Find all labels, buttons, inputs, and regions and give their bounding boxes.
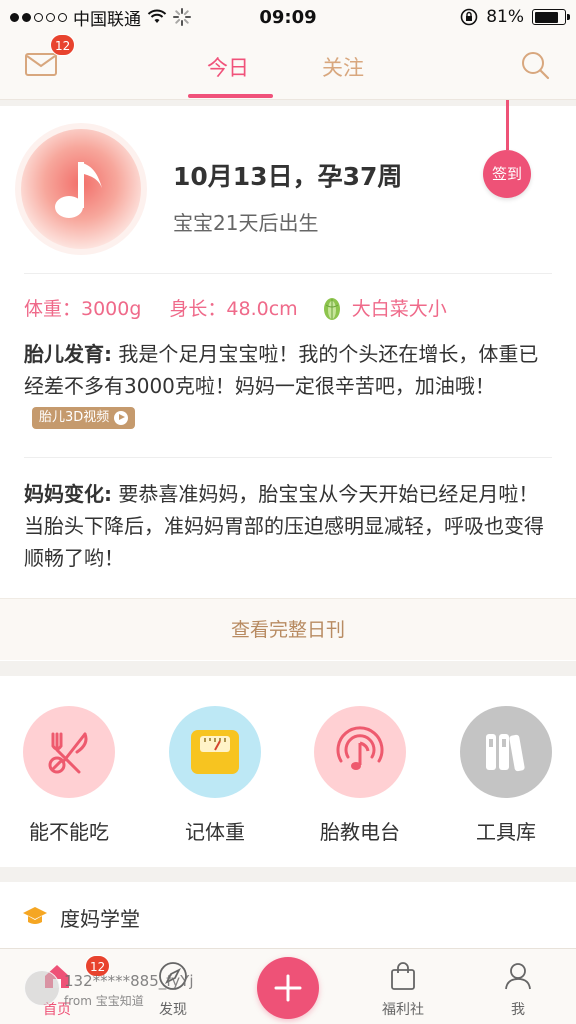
top-nav: 12 今日 关注 [0, 34, 576, 100]
status-right: 81% [460, 7, 570, 27]
mom-change-label: 妈妈变化: [24, 482, 112, 506]
tool-label: 记体重 [185, 820, 245, 844]
plus-icon [274, 974, 302, 1002]
size-comparison: 大白菜大小 [351, 298, 447, 320]
divider [24, 273, 552, 274]
scale-icon [191, 730, 239, 774]
tab-follow[interactable]: 关注 [322, 52, 364, 82]
mom-school-section[interactable]: 度妈学堂 [0, 882, 576, 952]
cabbage-icon [323, 297, 340, 320]
tab-label: 福利社 [382, 1002, 424, 1018]
tool-label: 能不能吃 [29, 820, 109, 844]
status-bar: 中国联通 09:09 81% [0, 0, 576, 34]
tool-icon-circle [460, 706, 552, 798]
food-check-icon [48, 732, 88, 774]
app-screen: 中国联通 09:09 81% 12 今日 关注 签到 10月13日，孕37周 宝… [0, 0, 576, 1024]
tool-label: 胎教电台 [320, 820, 400, 844]
shopping-bag-icon [391, 962, 415, 990]
baby-length: 身长：48.0cm [169, 298, 298, 320]
music-radio-icon [336, 726, 384, 770]
user-icon [505, 963, 531, 990]
tab-welfare[interactable]: 福利社 [363, 949, 443, 1024]
message-count-badge: 12 [50, 34, 76, 56]
search-icon [522, 52, 550, 80]
tool-library[interactable]: 工具库 [446, 706, 566, 845]
tab-today[interactable]: 今日 [207, 52, 249, 82]
home-badge: 12 [85, 955, 111, 977]
fetal-development-paragraph: 胎儿发育: 我是个足月宝宝啦！我的个头还在增长，体重已经差不多有3000克啦！妈… [24, 338, 554, 434]
tab-home[interactable]: 12 首页 [17, 949, 111, 1024]
loading-spinner-icon [173, 8, 191, 26]
tool-icon-circle [314, 706, 406, 798]
pregnancy-date-title: 10月13日，孕37周 [173, 162, 403, 191]
library-icon [486, 734, 525, 772]
signal-strength-icon [10, 12, 67, 22]
view-full-report-button[interactable]: 查看完整日刊 [0, 598, 576, 660]
rotation-lock-icon [460, 8, 478, 26]
tool-prenatal-radio[interactable]: 胎教电台 [300, 706, 420, 845]
battery-level [534, 11, 558, 23]
section-title: 度妈学堂 [60, 907, 140, 931]
search-button[interactable] [520, 50, 550, 80]
tool-icon-circle [169, 706, 261, 798]
status-left: 中国联通 [10, 5, 191, 30]
play-icon [114, 410, 129, 425]
compass-icon [159, 962, 187, 990]
mail-icon [25, 53, 57, 76]
wifi-icon [147, 9, 167, 23]
home-icon [45, 965, 69, 988]
tool-can-eat[interactable]: 能不能吃 [9, 706, 129, 845]
tool-icon-circle [23, 706, 115, 798]
active-tab-indicator [188, 94, 273, 98]
battery-percent: 81% [486, 7, 524, 27]
baby-stats: 体重：3000g 身长：48.0cm 大白菜大小 [24, 294, 447, 321]
checkin-string [506, 100, 509, 150]
status-time: 09:09 [259, 6, 317, 28]
add-button[interactable] [257, 957, 319, 1019]
tools-section: 能不能吃 记体重 胎教电台 工具库 [0, 676, 576, 867]
divider [24, 457, 552, 458]
birth-countdown: 宝宝21天后出生 [173, 211, 319, 235]
baby-weight: 体重：3000g [24, 298, 142, 320]
checkin-button[interactable]: 签到 [483, 150, 531, 198]
tab-discover[interactable]: 发现 [133, 949, 213, 1024]
fetal-development-label: 胎儿发育: [24, 342, 112, 366]
messages-button[interactable] [24, 50, 58, 78]
tool-label: 工具库 [476, 820, 536, 844]
fetus-avatar[interactable] [14, 122, 148, 256]
tab-me[interactable]: 我 [478, 949, 558, 1024]
carrier-name: 中国联通 [73, 9, 141, 30]
battery-icon [532, 9, 570, 25]
video-button-label: 胎儿3D视频 [39, 409, 110, 425]
fetal-3d-video-button[interactable]: 胎儿3D视频 [32, 406, 136, 429]
tab-label: 首页 [43, 1002, 71, 1018]
tool-record-weight[interactable]: 记体重 [155, 706, 275, 845]
tab-label: 我 [511, 1002, 525, 1018]
mom-change-paragraph: 妈妈变化: 要恭喜准妈妈，胎宝宝从今天开始已经足月啦！当胎头下降后，准妈妈胃部的… [24, 478, 554, 574]
tab-label: 发现 [159, 1002, 187, 1018]
graduation-cap-icon [23, 907, 47, 924]
